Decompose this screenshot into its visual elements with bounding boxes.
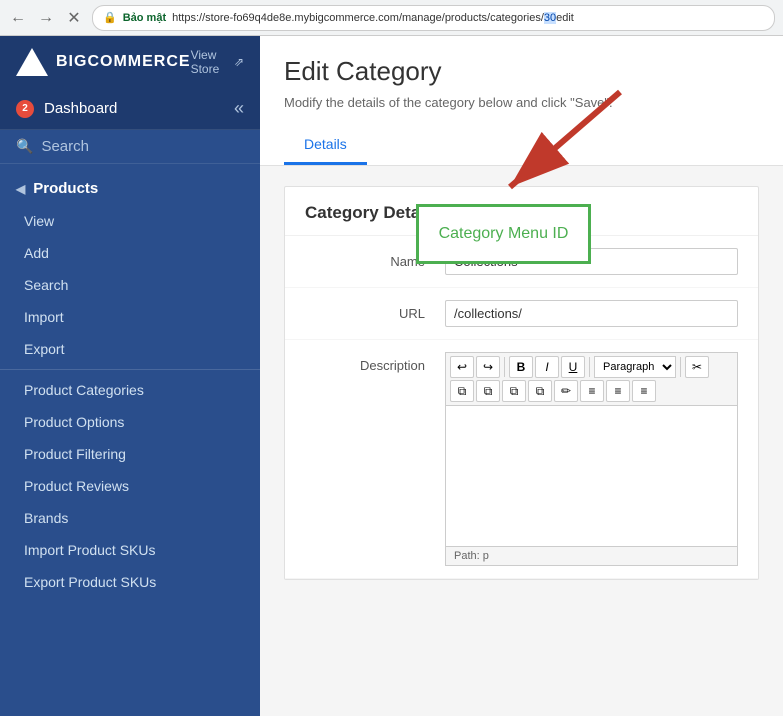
sidebar-item-product-categories-label: Product Categories bbox=[24, 382, 144, 398]
products-label: Products bbox=[33, 180, 98, 197]
view-store-link[interactable]: View Store ⇗ bbox=[191, 48, 244, 76]
bold-button[interactable]: B bbox=[509, 356, 533, 378]
sidebar-item-export[interactable]: Export bbox=[0, 333, 260, 365]
editor-toolbar: ↩ ↪ B I U Paragraph ✂ ⧉ bbox=[446, 353, 737, 406]
toolbar-separator-2 bbox=[589, 357, 590, 377]
editor-footer: Path: p bbox=[446, 546, 737, 565]
redo-button[interactable]: ↪ bbox=[476, 356, 500, 378]
sidebar-item-product-filtering-label: Product Filtering bbox=[24, 446, 126, 462]
sidebar-item-brands-label: Brands bbox=[24, 510, 68, 526]
page-subtitle: Modify the details of the category below… bbox=[284, 95, 759, 110]
sidebar-item-export-skus-label: Export Product SKUs bbox=[24, 574, 156, 590]
italic-button[interactable]: I bbox=[535, 356, 559, 378]
sidebar-item-brands[interactable]: Brands bbox=[0, 502, 260, 534]
page-title: Edit Category bbox=[284, 56, 759, 87]
sidebar-item-import[interactable]: Import bbox=[0, 301, 260, 333]
search-icon: 🔍 bbox=[16, 138, 33, 155]
undo-button[interactable]: ↩ bbox=[450, 356, 474, 378]
url-label: URL bbox=[305, 300, 425, 321]
sidebar-item-export-skus[interactable]: Export Product SKUs bbox=[0, 566, 260, 598]
sidebar-item-product-filtering[interactable]: Product Filtering bbox=[0, 438, 260, 470]
sidebar-item-product-categories[interactable]: Product Categories bbox=[0, 374, 260, 406]
url-secure: Bảo mật bbox=[123, 12, 166, 24]
sidebar-item-product-options[interactable]: Product Options bbox=[0, 406, 260, 438]
dashboard-badge: 2 bbox=[16, 100, 34, 118]
category-menu-id-box: Category Menu ID bbox=[416, 204, 591, 264]
sidebar: BIGCOMMERCE View Store ⇗ 2 Dashboard « 🔍… bbox=[0, 36, 260, 716]
indent-button[interactable]: ≡ bbox=[632, 380, 656, 402]
cut-button[interactable]: ✂ bbox=[685, 356, 709, 378]
url-row: URL bbox=[285, 288, 758, 340]
paste2-button[interactable]: ⧉ bbox=[502, 380, 526, 402]
sidebar-item-import-label: Import bbox=[24, 309, 64, 325]
sidebar-item-view-label: View bbox=[24, 213, 54, 229]
dashboard-label: Dashboard bbox=[44, 100, 224, 117]
copy-button[interactable]: ⧉ bbox=[450, 380, 474, 402]
paste-button[interactable]: ⧉ bbox=[476, 380, 500, 402]
name-label: Name bbox=[305, 248, 425, 269]
tab-details[interactable]: Details bbox=[284, 126, 367, 165]
tabs: Details bbox=[284, 126, 759, 165]
sidebar-item-search[interactable]: Search bbox=[0, 269, 260, 301]
toolbar-separator-1 bbox=[504, 357, 505, 377]
back-button[interactable]: ← bbox=[8, 8, 28, 28]
main-content: Edit Category Modify the details of the … bbox=[260, 36, 783, 716]
products-section: ◀ Products View Add Search Import Export… bbox=[0, 164, 260, 606]
logo-area: BIGCOMMERCE bbox=[16, 48, 191, 76]
sidebar-item-import-skus-label: Import Product SKUs bbox=[24, 542, 156, 558]
url-input[interactable] bbox=[445, 300, 738, 327]
editor-body[interactable] bbox=[446, 406, 737, 546]
sidebar-item-add[interactable]: Add bbox=[0, 237, 260, 269]
reload-button[interactable]: ✕ bbox=[64, 8, 84, 28]
description-row: Description ↩ ↪ B I U Paragraph bbox=[285, 340, 758, 579]
address-bar[interactable]: 🔒 Bảo mật https://store-fo69q4de8e.mybig… bbox=[92, 5, 775, 31]
products-collapse-icon[interactable]: ◀ bbox=[16, 182, 25, 196]
external-link-icon: ⇗ bbox=[234, 55, 244, 69]
editor-container: ↩ ↪ B I U Paragraph ✂ ⧉ bbox=[445, 352, 738, 566]
toolbar-separator-3 bbox=[680, 357, 681, 377]
sidebar-search-label: Search bbox=[41, 138, 89, 155]
sidebar-dashboard[interactable]: 2 Dashboard « bbox=[0, 88, 260, 130]
sidebar-item-import-skus[interactable]: Import Product SKUs bbox=[0, 534, 260, 566]
url-normal: https://store-fo69q4de8e.mybigcommerce.c… bbox=[172, 12, 574, 24]
list-ul-button[interactable]: ≡ bbox=[580, 380, 604, 402]
sidebar-item-product-reviews-label: Product Reviews bbox=[24, 478, 129, 494]
eraser-button[interactable]: ✏ bbox=[554, 380, 578, 402]
list-ol-button[interactable]: ≡ bbox=[606, 380, 630, 402]
products-section-header: ◀ Products bbox=[0, 172, 260, 205]
forward-button[interactable]: → bbox=[36, 8, 56, 28]
sidebar-item-add-label: Add bbox=[24, 245, 49, 261]
collapse-icon[interactable]: « bbox=[234, 98, 244, 119]
view-store-label: View Store bbox=[191, 48, 230, 76]
lock-icon: 🔒 bbox=[103, 11, 117, 24]
underline-button[interactable]: U bbox=[561, 356, 585, 378]
sidebar-item-product-reviews[interactable]: Product Reviews bbox=[0, 470, 260, 502]
sidebar-item-export-label: Export bbox=[24, 341, 64, 357]
sidebar-header: BIGCOMMERCE View Store ⇗ bbox=[0, 36, 260, 88]
logo-triangle-icon bbox=[16, 48, 48, 76]
category-menu-id-label: Category Menu ID bbox=[439, 225, 569, 243]
paste3-button[interactable]: ⧉ bbox=[528, 380, 552, 402]
sidebar-item-search-label: Search bbox=[24, 277, 68, 293]
description-label: Description bbox=[305, 352, 425, 373]
paragraph-select[interactable]: Paragraph bbox=[594, 356, 676, 378]
page-header: Edit Category Modify the details of the … bbox=[260, 36, 783, 166]
logo-text: BIGCOMMERCE bbox=[56, 53, 191, 71]
editor-path: Path: p bbox=[454, 550, 489, 562]
sidebar-item-view[interactable]: View bbox=[0, 205, 260, 237]
sidebar-item-product-options-label: Product Options bbox=[24, 414, 124, 430]
sidebar-search-row[interactable]: 🔍 Search bbox=[0, 130, 260, 164]
browser-chrome: ← → ✕ 🔒 Bảo mật https://store-fo69q4de8e… bbox=[0, 0, 783, 36]
